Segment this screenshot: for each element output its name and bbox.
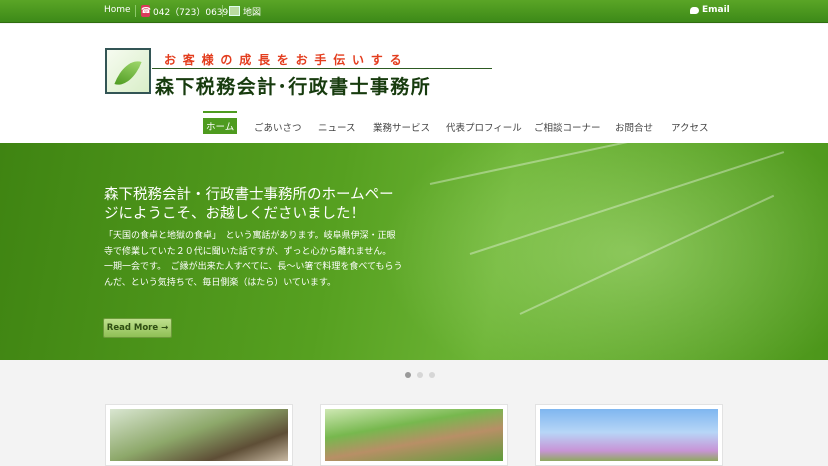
divider [135,5,136,17]
slider-dot[interactable] [429,372,435,378]
home-link[interactable]: Home [104,5,131,15]
main-nav: ホーム ごあいさつ ニュース 業務サービス 代表プロフィール ご相談コーナー お… [0,118,828,138]
nav-item-services[interactable]: 業務サービス [373,120,430,134]
phone-icon: ☎ [141,5,151,17]
hero-slider: 森下税務会計・行政書士事務所のホームページにようこそ、お越しくださいました！ 「… [0,143,828,360]
slider-dot[interactable] [417,372,423,378]
card-image [540,409,718,461]
nav-item-contact[interactable]: お問合せ [615,120,653,134]
hero-title: 森下税務会計・行政書士事務所のホームページにようこそ、お越しくださいました！ [104,187,394,222]
phone-number[interactable]: 042（723）0639 [153,5,228,18]
feature-card[interactable] [105,404,293,466]
hero-text: 「天国の食卓と地獄の食卓」 という寓話があります。岐阜県伊深・正眼寺で修業してい… [104,231,403,288]
nav-item-consultation[interactable]: ご相談コーナー [534,120,601,134]
nav-item-profile[interactable]: 代表プロフィール [446,120,522,134]
hero-glow [380,143,828,360]
email-link[interactable]: Email [702,5,730,15]
nav-item-home[interactable]: ホーム [203,118,238,134]
read-more-button[interactable]: Read More → [103,318,172,338]
speech-bubble-icon [690,7,699,14]
feature-card[interactable] [535,404,723,466]
card-image [325,409,503,461]
slider-dot[interactable] [405,372,411,378]
map-link[interactable]: 地図 [243,5,261,18]
nav-item-news[interactable]: ニュース [318,120,356,134]
divider [152,68,492,69]
leaf-icon [114,55,142,91]
site-title[interactable]: 森下税務会計･行政書士事務所 [155,72,431,99]
site-header: お客様の成長をお手伝いする 森下税務会計･行政書士事務所 ホーム ごあいさつ ニ… [0,24,828,143]
nav-active-indicator [203,111,237,113]
card-image [110,409,288,461]
top-bar: Home ☎ 042（723）0639 地図 Email [0,0,828,23]
logo[interactable] [105,48,151,94]
feature-card[interactable] [320,404,508,466]
nav-item-access[interactable]: アクセス [671,120,709,134]
site-tagline: お客様の成長をお手伝いする [164,53,409,67]
map-icon [229,6,240,16]
nav-item-greeting[interactable]: ごあいさつ [254,120,302,134]
divider [222,5,223,17]
